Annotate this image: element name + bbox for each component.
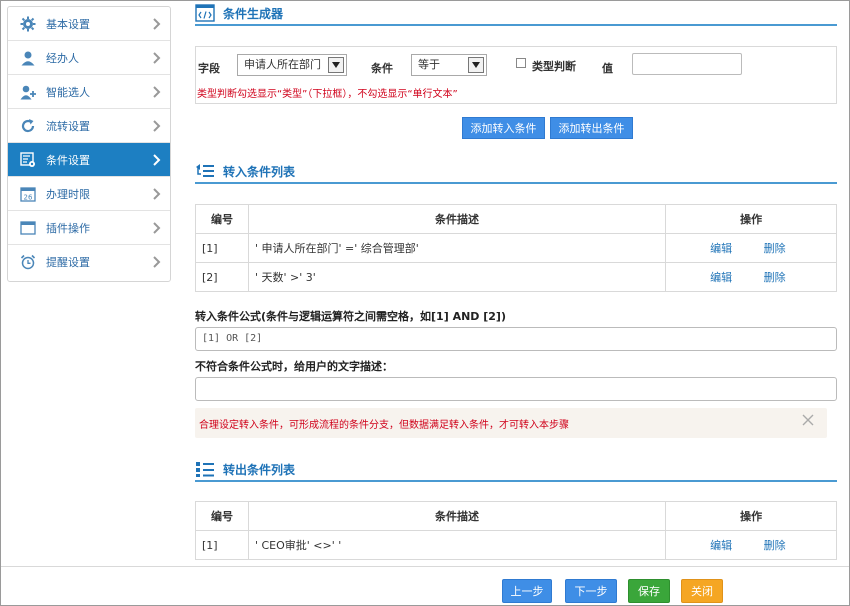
- condition-label: 条件: [371, 62, 393, 75]
- code-icon: [195, 4, 215, 22]
- formula-input[interactable]: [1] OR [2]: [195, 327, 837, 351]
- sidebar-item-label: 插件操作: [46, 221, 90, 235]
- sidebar-item-reminder-settings[interactable]: 提醒设置: [8, 245, 170, 279]
- row-actions: 编辑 删除: [665, 262, 837, 292]
- sidebar-item-label: 流转设置: [46, 119, 90, 133]
- sidebar-item-label: 基本设置: [46, 17, 90, 31]
- generator-title: 条件生成器: [223, 6, 284, 21]
- row-id: [2]: [195, 262, 249, 292]
- row-description: ' 申请人所在部门' =' 综合管理部': [247, 233, 667, 263]
- condition-generator-box: 字段 申请人所在部门 条件 等于 类型判断 值 类型判断勾选显示“类型”（下拉框…: [195, 46, 837, 104]
- sidebar-item-condition-settings[interactable]: 条件设置: [8, 143, 170, 177]
- sidebar-item-smart-select[interactable]: 智能选人: [8, 75, 170, 109]
- chevron-right-icon: [153, 52, 161, 64]
- sidebar-item-flow-settings[interactable]: 流转设置: [8, 109, 170, 143]
- edit-link[interactable]: 编辑: [710, 271, 732, 284]
- warning-alert: 合理设定转入条件，可形成流程的条件分支，但数据满足转入条件，才可转入本步骤: [195, 408, 827, 438]
- edit-link[interactable]: 编辑: [710, 539, 732, 552]
- in-list-title: 转入条件列表: [223, 164, 296, 179]
- close-icon[interactable]: [801, 413, 815, 427]
- type-check-checkbox[interactable]: [516, 58, 526, 68]
- refresh-icon: [20, 118, 36, 134]
- column-header: 操作: [665, 501, 837, 531]
- field-label: 字段: [198, 62, 220, 75]
- user-icon: [20, 50, 36, 66]
- gear-icon: [20, 16, 36, 32]
- column-header: 编号: [195, 501, 249, 531]
- out-list-header: 转出条件列表: [195, 458, 837, 482]
- row-description: ' CEO审批' <>' ': [247, 530, 667, 560]
- next-step-button[interactable]: 下一步: [565, 579, 617, 603]
- value-label: 值: [602, 62, 613, 75]
- type-check-hint: 类型判断勾选显示“类型”（下拉框），不勾选显示“单行文本”: [197, 89, 458, 100]
- sidebar-item-label: 经办人: [46, 51, 79, 65]
- add-out-condition-button[interactable]: 添加转出条件: [550, 117, 633, 139]
- condition-select-value: 等于: [418, 58, 440, 71]
- chevron-right-icon: [153, 18, 161, 30]
- chevron-right-icon: [153, 120, 161, 132]
- formula-label: 转入条件公式(条件与逻辑运算符之间需空格，如[1] AND [2]): [195, 310, 506, 323]
- row-id: [1]: [195, 530, 249, 560]
- list-icon: [196, 462, 214, 477]
- dropdown-arrow-icon: [328, 57, 344, 73]
- table-row: [1] ' CEO审批' <>' ' 编辑 删除: [195, 530, 837, 560]
- column-header: 条件描述: [247, 204, 667, 234]
- calendar-icon: 26: [20, 186, 36, 202]
- footer-bar: 上一步 下一步 保存 关闭: [1, 566, 849, 605]
- table-header-row: 编号 条件描述 操作: [195, 501, 837, 531]
- condition-select[interactable]: 等于: [411, 54, 487, 76]
- out-condition-table: 编号 条件描述 操作 [1] ' CEO审批' <>' ' 编辑 删除: [195, 501, 837, 560]
- description-label: 不符合条件公式时，给用户的文字描述：: [195, 360, 393, 373]
- sidebar-item-label: 智能选人: [46, 85, 90, 99]
- delete-link[interactable]: 删除: [764, 242, 786, 255]
- sidebar-item-label: 办理时限: [46, 187, 90, 201]
- in-condition-table: 编号 条件描述 操作 [1] ' 申请人所在部门' =' 综合管理部' 编辑 删…: [195, 204, 837, 292]
- add-in-condition-button[interactable]: 添加转入条件: [462, 117, 545, 139]
- sidebar-item-time-limit[interactable]: 26 办理时限: [8, 177, 170, 211]
- sidebar-item-handler[interactable]: 经办人: [8, 41, 170, 75]
- condition-settings-icon: [20, 151, 36, 168]
- chevron-right-icon: [153, 222, 161, 234]
- chevron-right-icon: [153, 256, 161, 268]
- sidebar: 基本设置 经办人 智能选人 流转设置 条件设置 26 办理时限 插件操作 提醒设…: [7, 6, 171, 282]
- edit-link[interactable]: 编辑: [710, 242, 732, 255]
- prev-step-button[interactable]: 上一步: [502, 579, 552, 603]
- value-input[interactable]: [632, 53, 742, 75]
- sidebar-item-label: 条件设置: [46, 153, 90, 167]
- column-header: 条件描述: [247, 501, 667, 531]
- svg-text:26: 26: [24, 193, 33, 201]
- row-actions: 编辑 删除: [665, 233, 837, 263]
- delete-link[interactable]: 删除: [764, 271, 786, 284]
- row-description: ' 天数' >' 3': [247, 262, 667, 292]
- warning-text: 合理设定转入条件，可形成流程的条件分支，但数据满足转入条件，才可转入本步骤: [199, 420, 569, 431]
- field-select-value: 申请人所在部门: [244, 58, 321, 71]
- alarm-clock-icon: [20, 254, 36, 270]
- column-header: 编号: [195, 204, 249, 234]
- generator-header: 条件生成器: [195, 2, 837, 26]
- type-check-label: 类型判断: [532, 60, 576, 73]
- sidebar-item-label: 提醒设置: [46, 256, 90, 269]
- row-id: [1]: [195, 233, 249, 263]
- window-icon: [20, 220, 36, 236]
- list-in-icon: [196, 164, 214, 177]
- table-header-row: 编号 条件描述 操作: [195, 204, 837, 234]
- sidebar-item-basic-settings[interactable]: 基本设置: [8, 7, 170, 41]
- chevron-right-icon: [153, 154, 161, 166]
- sidebar-item-plugin-operations[interactable]: 插件操作: [8, 211, 170, 245]
- save-button[interactable]: 保存: [628, 579, 670, 603]
- in-list-header: 转入条件列表: [195, 160, 837, 184]
- chevron-right-icon: [153, 188, 161, 200]
- dropdown-arrow-icon: [468, 57, 484, 73]
- out-list-title: 转出条件列表: [223, 462, 296, 477]
- table-row: [1] ' 申请人所在部门' =' 综合管理部' 编辑 删除: [195, 233, 837, 263]
- description-input[interactable]: [195, 377, 837, 401]
- field-select[interactable]: 申请人所在部门: [237, 54, 347, 76]
- chevron-right-icon: [153, 86, 161, 98]
- row-actions: 编辑 删除: [665, 530, 837, 560]
- user-plus-icon: [20, 84, 36, 100]
- column-header: 操作: [665, 204, 837, 234]
- delete-link[interactable]: 删除: [764, 539, 786, 552]
- close-button[interactable]: 关闭: [681, 579, 723, 603]
- table-row: [2] ' 天数' >' 3' 编辑 删除: [195, 262, 837, 292]
